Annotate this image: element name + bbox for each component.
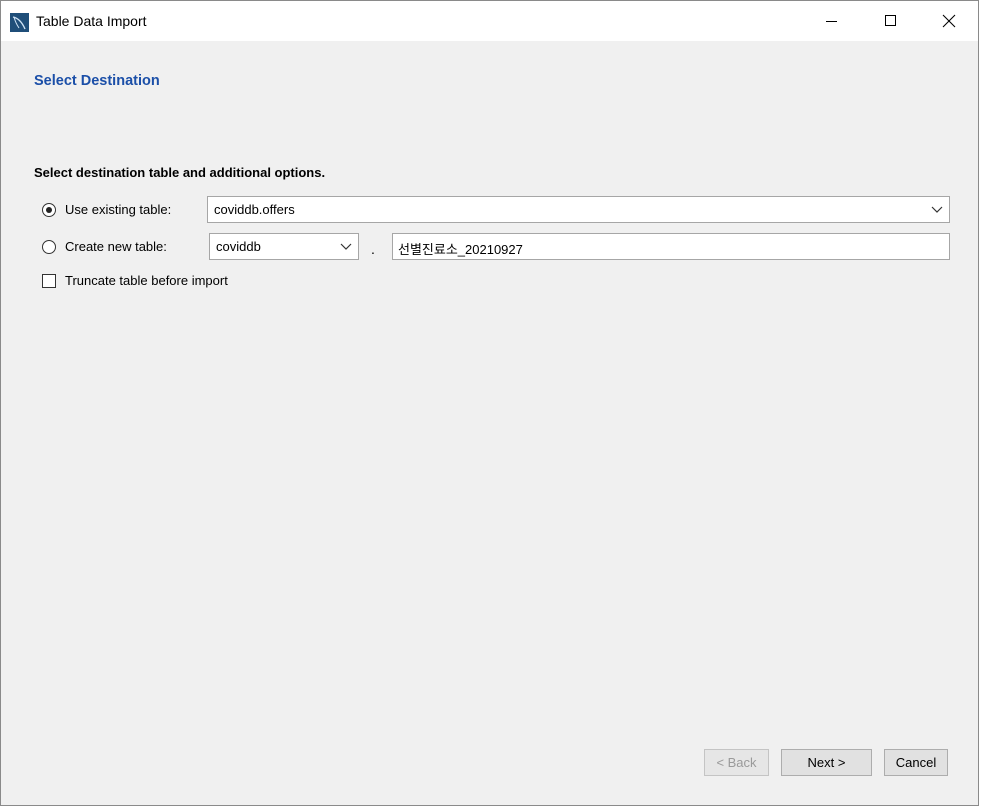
- truncate-label[interactable]: Truncate table before import: [65, 273, 228, 288]
- schema-table-separator: .: [371, 241, 375, 257]
- create-new-radio[interactable]: [42, 240, 56, 254]
- maximize-button[interactable]: [862, 1, 920, 41]
- use-existing-radio[interactable]: [42, 203, 56, 217]
- window-title: Table Data Import: [36, 13, 147, 29]
- minimize-icon: [826, 21, 837, 22]
- title-bar[interactable]: Table Data Import: [1, 1, 978, 41]
- next-button[interactable]: Next >: [781, 749, 872, 776]
- back-button[interactable]: < Back: [704, 749, 769, 776]
- schema-select[interactable]: coviddb: [209, 233, 359, 260]
- table-data-import-window: Table Data Import Select Destination Sel…: [0, 0, 979, 806]
- close-icon: [942, 14, 956, 28]
- new-table-name-value: 선별진료소_20210927: [398, 242, 523, 257]
- mysql-workbench-icon: [10, 13, 29, 32]
- schema-value: coviddb: [216, 239, 261, 254]
- close-button[interactable]: [920, 1, 978, 41]
- chevron-down-icon: [931, 206, 943, 213]
- instructions-text: Select destination table and additional …: [34, 165, 326, 180]
- chevron-down-icon: [340, 243, 352, 250]
- page-heading: Select Destination: [34, 73, 160, 89]
- maximize-icon: [885, 15, 896, 26]
- cancel-button[interactable]: Cancel: [884, 749, 948, 776]
- new-table-name-input[interactable]: 선별진료소_20210927: [392, 233, 950, 260]
- create-new-label[interactable]: Create new table:: [65, 239, 167, 254]
- minimize-button[interactable]: [803, 1, 861, 41]
- existing-table-select[interactable]: coviddb.offers: [207, 196, 950, 223]
- existing-table-value: coviddb.offers: [214, 202, 295, 217]
- truncate-checkbox[interactable]: [42, 274, 56, 288]
- use-existing-label[interactable]: Use existing table:: [65, 202, 171, 217]
